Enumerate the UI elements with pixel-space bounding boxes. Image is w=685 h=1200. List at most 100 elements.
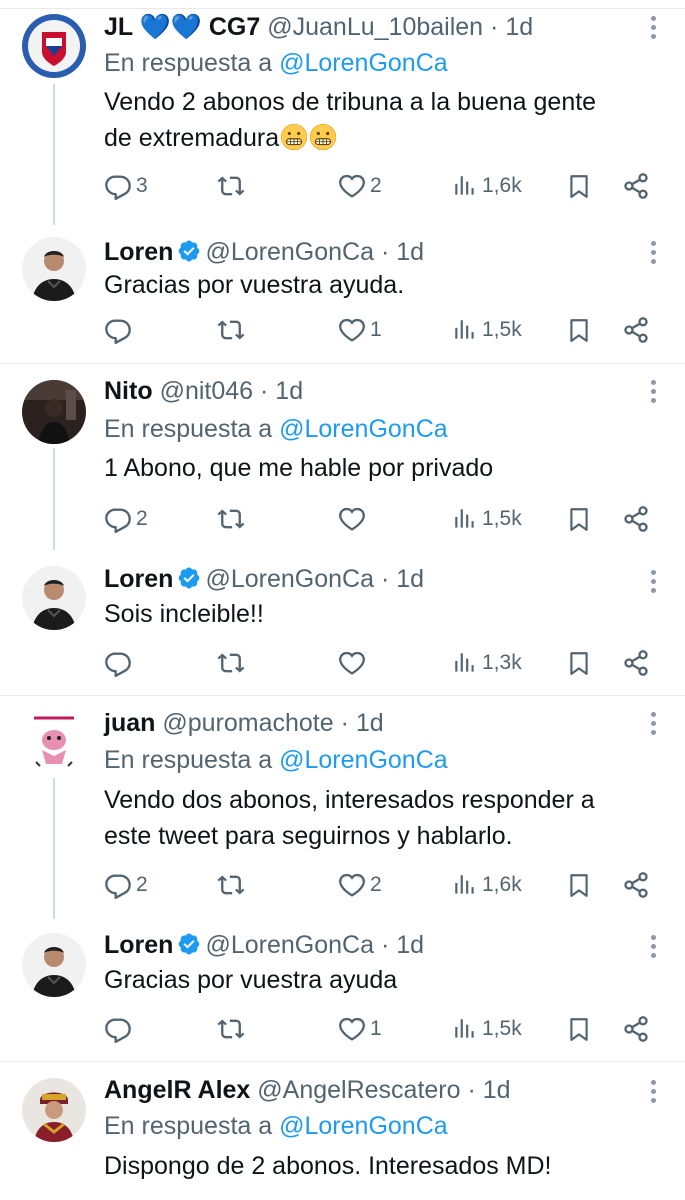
author-handle[interactable]: @puromachote xyxy=(162,709,333,737)
timestamp[interactable]: 1d xyxy=(483,1076,511,1104)
share-button[interactable] xyxy=(622,1012,650,1046)
tweet-6[interactable]: Loren @LorenGonCa · 1d Gracias por vuestr… xyxy=(0,919,685,1061)
retweet-icon xyxy=(216,871,246,899)
share-icon xyxy=(622,1015,650,1043)
like-button[interactable]: 2 xyxy=(338,169,382,203)
views-button[interactable]: 1,6k xyxy=(452,868,522,902)
bookmark-button[interactable] xyxy=(566,646,592,680)
timestamp[interactable]: 1d xyxy=(396,238,424,266)
more-icon[interactable] xyxy=(651,241,657,268)
retweet-button[interactable] xyxy=(216,502,246,536)
author-handle[interactable]: @JuanLu_10bailen xyxy=(267,13,483,41)
like-button[interactable] xyxy=(338,502,366,536)
action-bar: 2 1,5k xyxy=(104,502,664,536)
bookmark-button[interactable] xyxy=(566,502,592,536)
author-name[interactable]: JL 💙💙 CG7 xyxy=(104,13,260,41)
reply-prefix: En respuesta a xyxy=(104,1112,273,1140)
reply-context: En respuesta a @LorenGonCa xyxy=(104,414,448,444)
avatar[interactable] xyxy=(22,933,86,997)
more-icon[interactable] xyxy=(651,935,657,962)
avatar[interactable] xyxy=(22,566,86,630)
reply-context: En respuesta a @LorenGonCa xyxy=(104,48,448,78)
retweet-button[interactable] xyxy=(216,646,246,680)
author-name[interactable]: AngelR Alex xyxy=(104,1076,250,1104)
author-name[interactable]: Loren xyxy=(104,565,173,593)
reply-button[interactable]: 2 xyxy=(104,868,148,902)
verified-badge-icon xyxy=(177,566,201,590)
timestamp[interactable]: 1d xyxy=(396,565,424,593)
reply-button[interactable]: 3 xyxy=(104,169,148,203)
bookmark-button[interactable] xyxy=(566,169,592,203)
views-button[interactable]: 1,5k xyxy=(452,502,522,536)
tweet-1[interactable]: JL 💙💙 CG7 @JuanLu_10bailen · 1d En respu… xyxy=(0,0,685,225)
like-icon xyxy=(338,505,366,533)
like-button[interactable] xyxy=(338,646,366,680)
bookmark-button[interactable] xyxy=(566,313,592,347)
author-name[interactable]: juan xyxy=(104,709,155,737)
tweet-4[interactable]: Loren @LorenGonCa · 1d Sois incleible!! 1… xyxy=(0,550,685,694)
author-name[interactable]: Loren xyxy=(104,931,173,959)
tweet-5[interactable]: juan @puromachote · 1d En respuesta a @L… xyxy=(0,696,685,919)
tweet-header: Loren @LorenGonCa · 1d xyxy=(104,930,424,960)
more-icon[interactable] xyxy=(651,380,657,407)
avatar[interactable] xyxy=(22,710,86,774)
reply-mention-link[interactable]: @LorenGonCa xyxy=(279,415,448,443)
avatar[interactable] xyxy=(22,380,86,444)
author-handle[interactable]: @nit046 xyxy=(160,377,254,405)
more-icon[interactable] xyxy=(651,1080,657,1107)
retweet-button[interactable] xyxy=(216,868,246,902)
more-icon[interactable] xyxy=(651,570,657,597)
share-button[interactable] xyxy=(622,646,650,680)
views-button[interactable]: 1,3k xyxy=(452,646,522,680)
reply-mention-link[interactable]: @LorenGonCa xyxy=(279,746,448,774)
separator-dot: · xyxy=(380,931,390,959)
author-name[interactable]: Nito xyxy=(104,377,153,405)
bookmark-button[interactable] xyxy=(566,1012,592,1046)
separator-dot: · xyxy=(260,377,269,405)
tweet-7[interactable]: AngelR Alex @AngelRescatero · 1d En resp… xyxy=(0,1062,685,1200)
author-handle[interactable]: @LorenGonCa xyxy=(205,238,374,266)
like-button[interactable]: 1 xyxy=(338,313,382,347)
retweet-icon xyxy=(216,316,246,344)
reply-icon xyxy=(104,649,132,677)
share-icon xyxy=(622,172,650,200)
share-button[interactable] xyxy=(622,868,650,902)
author-handle[interactable]: @LorenGonCa xyxy=(205,565,374,593)
views-button[interactable]: 1,6k xyxy=(452,169,522,203)
like-count: 1 xyxy=(370,318,382,341)
views-button[interactable]: 1,5k xyxy=(452,313,522,347)
more-icon[interactable] xyxy=(651,712,657,739)
share-button[interactable] xyxy=(622,502,650,536)
bookmark-icon xyxy=(566,505,592,533)
avatar[interactable] xyxy=(22,237,86,301)
timestamp[interactable]: 1d xyxy=(356,709,384,737)
retweet-button[interactable] xyxy=(216,169,246,203)
retweet-button[interactable] xyxy=(216,1012,246,1046)
more-icon[interactable] xyxy=(651,16,657,43)
views-button[interactable]: 1,5k xyxy=(452,1012,522,1046)
like-button[interactable]: 2 xyxy=(338,868,382,902)
timestamp[interactable]: 1d xyxy=(396,931,424,959)
retweet-button[interactable] xyxy=(216,313,246,347)
reply-button[interactable] xyxy=(104,1012,132,1046)
like-button[interactable]: 1 xyxy=(338,1012,382,1046)
like-icon xyxy=(338,316,366,344)
author-handle[interactable]: @LorenGonCa xyxy=(205,931,374,959)
tweet-2[interactable]: Loren @LorenGonCa · 1d Gracias por vuestr… xyxy=(0,225,685,363)
author-name[interactable]: Loren xyxy=(104,238,173,266)
bookmark-icon xyxy=(566,172,592,200)
reply-mention-link[interactable]: @LorenGonCa xyxy=(279,1112,448,1140)
timestamp[interactable]: 1d xyxy=(505,13,533,41)
share-button[interactable] xyxy=(622,169,650,203)
timestamp[interactable]: 1d xyxy=(275,377,303,405)
reply-button[interactable] xyxy=(104,646,132,680)
bookmark-button[interactable] xyxy=(566,868,592,902)
avatar[interactable] xyxy=(22,14,86,78)
share-button[interactable] xyxy=(622,313,650,347)
reply-button[interactable] xyxy=(104,313,132,347)
reply-mention-link[interactable]: @LorenGonCa xyxy=(279,49,448,77)
reply-button[interactable]: 2 xyxy=(104,502,148,536)
author-handle[interactable]: @AngelRescatero xyxy=(257,1076,460,1104)
avatar[interactable] xyxy=(22,1078,86,1142)
tweet-3[interactable]: Nito @nit046 · 1d En respuesta a @LorenG… xyxy=(0,364,685,550)
